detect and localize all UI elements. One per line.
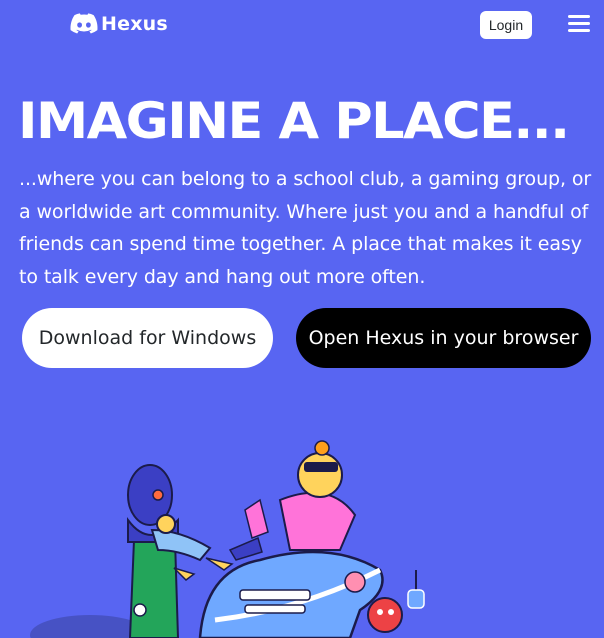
open-in-browser-button[interactable]: Open Hexus in your browser (296, 308, 591, 368)
site-header: Hexus Login (0, 0, 604, 50)
game-controller-icon (70, 13, 98, 34)
character-right (198, 440, 384, 638)
brand-logo[interactable]: Hexus (70, 13, 168, 35)
hero-title: IMAGINE A PLACE... (18, 92, 570, 150)
login-button[interactable]: Login (480, 11, 532, 39)
brand-name: Hexus (101, 13, 168, 35)
menu-bar (568, 22, 590, 25)
menu-bar (568, 29, 590, 32)
menu-bar (568, 15, 590, 18)
hero-illustration (30, 440, 425, 638)
hamburger-menu-icon[interactable] (568, 15, 590, 35)
hero-description: ...where you can belong to a school club… (19, 168, 592, 288)
download-windows-button[interactable]: Download for Windows (22, 308, 273, 368)
